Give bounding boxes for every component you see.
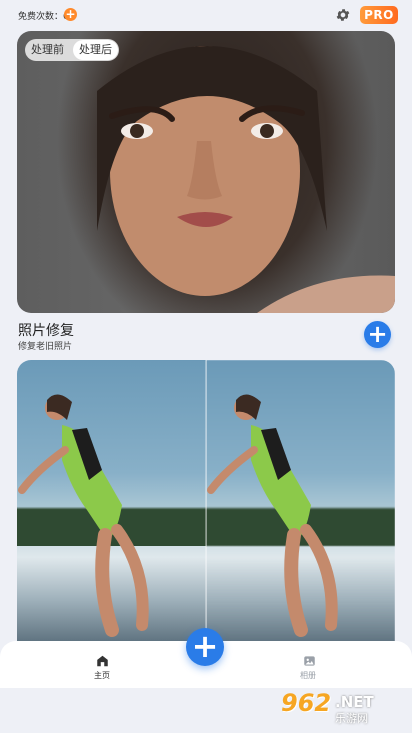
watermark-site: 乐游网 xyxy=(335,712,368,725)
nav-album-label[interactable]: 相册 xyxy=(300,670,316,681)
before-after-toggle[interactable]: 处理前 处理后 xyxy=(25,39,119,61)
watermark-suffix: .NET xyxy=(335,693,374,711)
feature-title: 照片修复 xyxy=(18,323,74,339)
portrait-face xyxy=(97,46,395,313)
plus-circle-icon[interactable]: + xyxy=(364,321,391,348)
nav-home-label[interactable]: 主页 xyxy=(94,670,110,681)
gear-icon[interactable] xyxy=(335,7,351,23)
comparison-preview[interactable] xyxy=(17,360,395,642)
toggle-before[interactable]: 处理前 xyxy=(31,39,64,61)
surfer-figure-right xyxy=(207,394,338,637)
surfer-figure-left xyxy=(18,394,149,637)
add-photo-button[interactable]: + xyxy=(186,628,224,666)
home-icon[interactable] xyxy=(95,654,110,668)
before-after-preview[interactable]: 处理前 处理后 xyxy=(17,31,395,313)
watermark-logo: 962 .NET 乐游网 xyxy=(273,689,403,727)
image-icon[interactable] xyxy=(302,654,317,668)
toggle-after[interactable]: 处理后 xyxy=(73,40,118,60)
pro-badge[interactable]: PRO xyxy=(360,6,398,24)
top-bar: 免费次数：6 + PRO xyxy=(0,0,412,32)
free-count-label: 免费次数：6 xyxy=(18,12,69,22)
feature-subtitle: 修复老旧照片 xyxy=(18,342,73,352)
compare-divider[interactable] xyxy=(205,360,207,642)
watermark-number: 962 xyxy=(281,689,332,717)
plus-circle-icon[interactable]: + xyxy=(64,8,77,21)
